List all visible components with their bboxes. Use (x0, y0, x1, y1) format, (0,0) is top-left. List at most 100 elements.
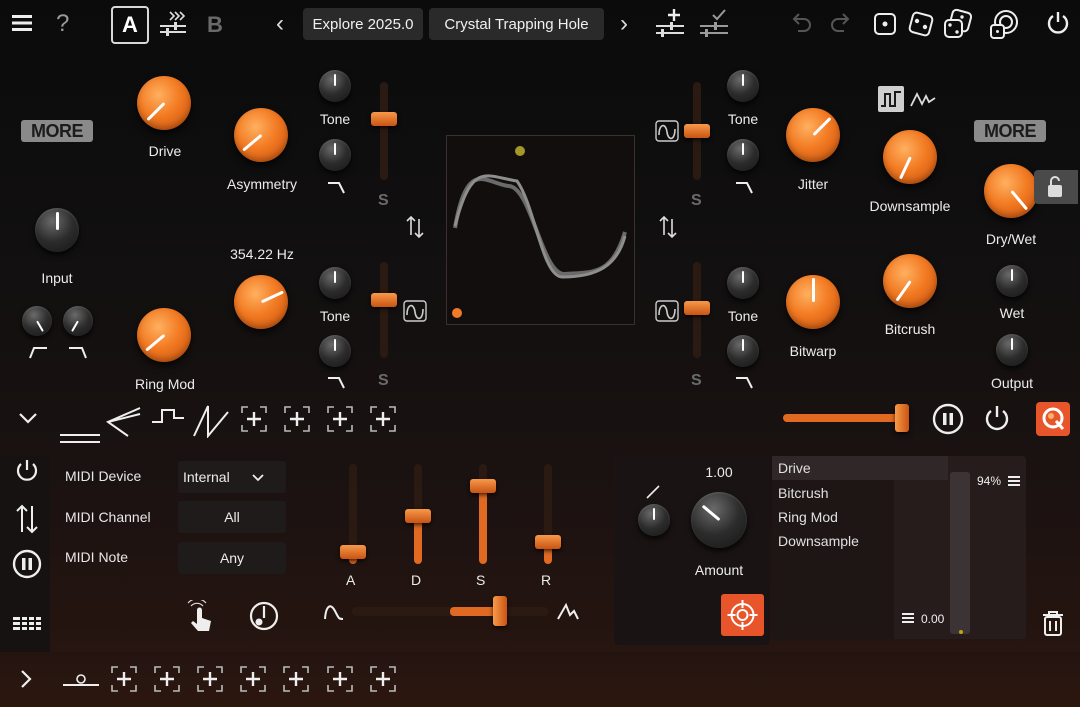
adsr-track-r[interactable] (544, 464, 552, 564)
slider-track-bottom-left[interactable] (380, 262, 388, 358)
adsr-thumb-r[interactable] (535, 535, 561, 549)
waveform-toggle-icon[interactable] (655, 120, 679, 142)
tone-cut-knob-bottom-right[interactable] (727, 335, 759, 367)
bitcrush-knob[interactable] (883, 254, 937, 308)
macro-slot-icon[interactable] (62, 668, 100, 690)
adsr-thumb-d[interactable] (405, 509, 431, 523)
output-knob[interactable] (996, 334, 1028, 366)
bidirectional-arrows-icon[interactable] (14, 502, 40, 536)
copy-ab-icon[interactable] (158, 8, 188, 38)
midi-channel-field[interactable]: All (178, 501, 286, 533)
curve-shape-right-icon[interactable] (556, 601, 580, 621)
step-mode-icon[interactable] (878, 86, 904, 112)
input-knob[interactable] (35, 208, 79, 252)
add-macro-button[interactable] (282, 665, 310, 693)
slider-track-top-left[interactable] (380, 82, 388, 180)
slot-b-button[interactable]: B (207, 12, 223, 38)
curve-slider-thumb[interactable] (493, 596, 507, 626)
collapse-chevron-icon[interactable] (17, 410, 39, 426)
touch-trigger-icon[interactable] (185, 598, 215, 632)
slot-a-button[interactable]: A (111, 6, 149, 44)
step-seq-mod-icon[interactable] (150, 404, 186, 428)
tone-knob-bottom-right[interactable] (727, 267, 759, 299)
keyboard-icon[interactable] (12, 614, 42, 632)
undo-icon[interactable] (790, 10, 814, 34)
swap-icon[interactable] (658, 215, 678, 239)
adsr-thumb-a[interactable] (340, 545, 366, 559)
slider-thumb-top-right[interactable] (684, 124, 710, 138)
add-macro-button[interactable] (196, 665, 224, 693)
add-macro-button[interactable] (326, 665, 354, 693)
dry-wet-knob[interactable] (984, 164, 1038, 218)
target-dice-icon[interactable] (988, 8, 1020, 40)
dice-two-icon[interactable] (906, 9, 936, 39)
add-macro-button[interactable] (153, 665, 181, 693)
linear-slope-icon[interactable] (645, 484, 661, 500)
help-button[interactable]: ? (56, 10, 69, 38)
ring-mod-knob[interactable] (137, 308, 191, 362)
tone-cut-knob-top-right[interactable] (727, 139, 759, 171)
trash-icon[interactable] (1040, 609, 1066, 637)
expand-chevron-icon[interactable] (18, 668, 34, 690)
high-cut-knob[interactable] (63, 306, 93, 336)
preset-bank-button[interactable]: Explore 2025.0 (303, 8, 423, 40)
power-icon[interactable] (983, 404, 1011, 432)
transfer-curve-display[interactable] (446, 135, 635, 325)
bitwarp-knob[interactable] (786, 275, 840, 329)
slider-thumb-top-left[interactable] (371, 112, 397, 126)
drive-knob[interactable] (137, 76, 191, 130)
power-icon[interactable] (1045, 10, 1071, 36)
curve-shape-left-icon[interactable] (323, 601, 345, 621)
smooth-mode-icon[interactable] (910, 88, 936, 110)
lfo-mod-icon[interactable] (104, 404, 142, 438)
add-modulator-button[interactable] (326, 405, 354, 433)
pause-icon[interactable] (932, 403, 964, 435)
tone-cut-knob-top-left[interactable] (319, 139, 351, 171)
adsr-thumb-s[interactable] (470, 479, 496, 493)
waveform-toggle-icon[interactable] (403, 300, 427, 322)
frequency-knob[interactable] (234, 275, 288, 329)
midi-note-field[interactable]: Any (178, 542, 286, 574)
metronome-icon[interactable] (248, 600, 280, 632)
slider-thumb-bottom-right[interactable] (684, 301, 710, 315)
slope-knob[interactable] (638, 504, 670, 536)
dice-one-icon[interactable] (873, 12, 897, 36)
power-icon[interactable] (14, 458, 40, 484)
save-preset-icon[interactable] (698, 7, 730, 39)
midi-device-select[interactable]: Internal (178, 461, 286, 493)
target-button[interactable] (721, 594, 764, 636)
list-item[interactable]: Downsample (778, 533, 859, 549)
tone-cut-knob-bottom-left[interactable] (319, 335, 351, 367)
add-modulator-button[interactable] (240, 405, 268, 433)
add-modulator-button[interactable] (283, 405, 311, 433)
master-slider-thumb[interactable] (895, 404, 909, 432)
slider-thumb-bottom-left[interactable] (371, 293, 397, 307)
tone-knob-bottom-left[interactable] (319, 267, 351, 299)
downsample-knob[interactable] (883, 130, 937, 184)
preset-name-button[interactable]: Crystal Trapping Hole (429, 8, 604, 40)
menu-icon[interactable] (12, 14, 32, 32)
add-macro-button[interactable] (239, 665, 267, 693)
add-macro-button[interactable] (369, 665, 397, 693)
add-modulator-button[interactable] (369, 405, 397, 433)
wet-knob[interactable] (996, 265, 1028, 297)
depth-meter-track[interactable] (950, 472, 970, 634)
asymmetry-knob[interactable] (234, 108, 288, 162)
lock-button[interactable] (1034, 170, 1078, 204)
next-preset-button[interactable]: › (620, 10, 628, 38)
list-item[interactable]: Ring Mod (778, 509, 838, 525)
redo-icon[interactable] (828, 10, 852, 34)
more-right-button[interactable]: MORE (974, 120, 1046, 142)
tone-knob-top-left[interactable] (319, 70, 351, 102)
dice-multi-icon[interactable] (942, 8, 974, 40)
amount-knob[interactable] (691, 492, 747, 548)
jitter-knob[interactable] (786, 108, 840, 162)
more-left-button[interactable]: MORE (21, 120, 93, 142)
envelope-mod-icon[interactable] (58, 428, 102, 448)
tone-knob-top-right[interactable] (727, 70, 759, 102)
master-slider-track[interactable] (783, 414, 903, 422)
random-mod-icon[interactable] (192, 402, 230, 439)
save-new-preset-icon[interactable] (654, 7, 686, 39)
list-item[interactable]: Bitcrush (778, 485, 829, 501)
pause-icon[interactable] (12, 549, 42, 579)
